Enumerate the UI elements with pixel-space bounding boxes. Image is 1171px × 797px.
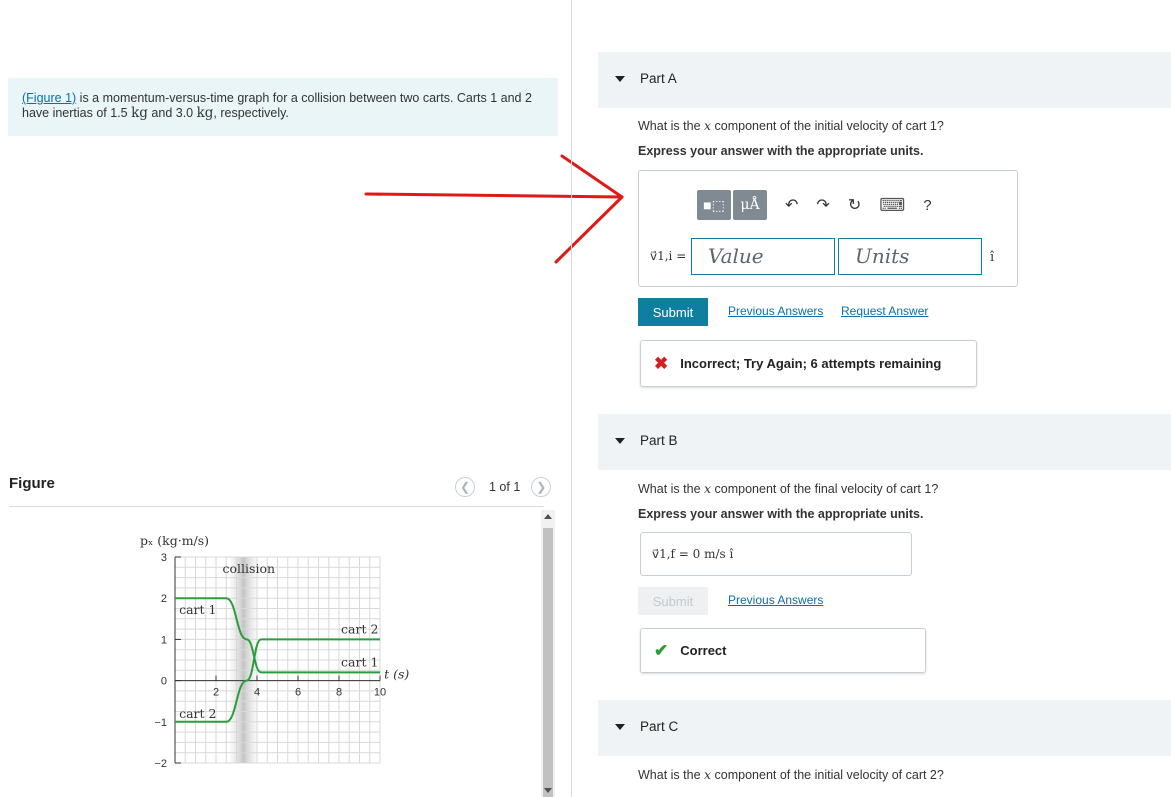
collapse-triangle-icon	[615, 438, 625, 444]
collapse-triangle-icon	[615, 724, 625, 730]
submit-button-disabled: Submit	[638, 587, 708, 615]
collapse-triangle-icon	[615, 76, 625, 82]
cart2-initial-label: cart 2	[179, 706, 216, 721]
chevron-right-icon: ❯	[536, 480, 547, 494]
value-input[interactable]: Value	[691, 238, 835, 275]
x-tick-label: 8	[336, 687, 342, 699]
keyboard-icon[interactable]: ⌨	[879, 195, 905, 216]
submit-button[interactable]: Submit	[638, 298, 708, 326]
scroll-up-icon[interactable]	[544, 514, 552, 519]
part-c-label: Part C	[640, 719, 679, 734]
y-axis-label: pₓ (kg·m/s)	[140, 533, 209, 548]
unit-kg: kg	[196, 105, 214, 121]
part-a-label: Part A	[640, 71, 677, 86]
templates-icon: ■⬚	[703, 196, 725, 213]
figure-scrollbar[interactable]	[541, 510, 555, 797]
collision-label: collision	[223, 561, 276, 576]
part-b-question: What is the x component of the final vel…	[638, 481, 939, 496]
figure-title: Figure	[9, 475, 55, 492]
y-tick-label: −1	[154, 717, 167, 729]
correct-feedback: ✔ Correct	[640, 628, 926, 673]
templates-button[interactable]: ■⬚	[697, 190, 731, 220]
x-tick-label: 2	[213, 687, 219, 699]
cart2-final-label: cart 2	[341, 621, 378, 636]
x-mark-icon: ✖	[654, 353, 669, 373]
part-a-question: What is the x component of the initial v…	[638, 118, 944, 133]
y-tick-label: 2	[161, 593, 167, 605]
x-tick-label: 6	[295, 687, 301, 699]
next-figure-button[interactable]: ❯	[531, 477, 552, 497]
math-toolbar: ■⬚ μÅ ↶ ↷ ↻ ⌨ ?	[697, 188, 932, 222]
part-c-header[interactable]: Part C	[598, 700, 1171, 756]
cart1-final-label: cart 1	[341, 654, 378, 669]
scroll-thumb[interactable]	[543, 528, 553, 797]
velocity-variable: v⃗1,i =	[650, 249, 687, 263]
checkmark-icon: ✔	[654, 640, 669, 660]
red-arrow-annotation	[364, 154, 624, 264]
prev-figure-button[interactable]: ❮	[455, 477, 475, 497]
help-icon[interactable]: ?	[923, 197, 931, 214]
request-answer-link[interactable]: Request Answer	[841, 304, 928, 318]
problem-intro: (Figure 1) is a momentum-versus-time gra…	[8, 78, 558, 136]
units-input[interactable]: Units	[838, 238, 982, 275]
panel-divider	[571, 0, 572, 797]
part-b-header[interactable]: Part B	[598, 414, 1171, 470]
cart1-initial-label: cart 1	[179, 602, 216, 617]
y-tick-label: 3	[161, 552, 167, 564]
part-b-label: Part B	[640, 433, 678, 448]
reset-icon[interactable]: ↻	[848, 195, 861, 215]
pager-count: 1 of 1	[489, 480, 521, 494]
incorrect-feedback: ✖ Incorrect; Try Again; 6 attempts remai…	[640, 340, 977, 387]
y-tick-label: 1	[161, 634, 167, 646]
units-button[interactable]: μÅ	[733, 190, 767, 220]
x-tick-label: 4	[254, 687, 260, 699]
undo-icon[interactable]: ↶	[785, 195, 798, 215]
figure-link[interactable]: (Figure 1)	[22, 91, 76, 105]
submitted-answer: v⃗1,f = 0 m/s î	[640, 532, 912, 576]
x-tick-label: 10	[374, 687, 386, 699]
y-tick-label: −2	[154, 758, 167, 770]
chevron-left-icon: ❮	[459, 480, 471, 494]
x-axis-label: t (s)	[384, 667, 409, 682]
units-icon: μÅ	[740, 197, 760, 213]
figure-pager: ❮ 1 of 1 ❯	[455, 476, 552, 498]
y-tick-label: 0	[161, 676, 167, 688]
problem-panel: (Figure 1) is a momentum-versus-time gra…	[0, 0, 624, 797]
part-b-instruction: Express your answer with the appropriate…	[638, 507, 924, 521]
redo-icon[interactable]: ↷	[816, 195, 829, 215]
part-c-question: What is the x component of the initial v…	[638, 767, 944, 782]
scroll-down-icon[interactable]	[544, 788, 552, 793]
previous-answers-link[interactable]: Previous Answers	[728, 593, 823, 607]
part-a-instruction: Express your answer with the appropriate…	[638, 144, 924, 158]
part-a-header[interactable]: Part A	[598, 52, 1171, 108]
momentum-chart: 3210−1−22 4 6 8 10 pₓ (kg·m/s)collisioncart …	[140, 533, 409, 770]
unit-vector-i: î	[990, 250, 995, 265]
divider	[9, 506, 544, 507]
previous-answers-link[interactable]: Previous Answers	[728, 304, 823, 318]
unit-kg: kg	[131, 105, 148, 121]
